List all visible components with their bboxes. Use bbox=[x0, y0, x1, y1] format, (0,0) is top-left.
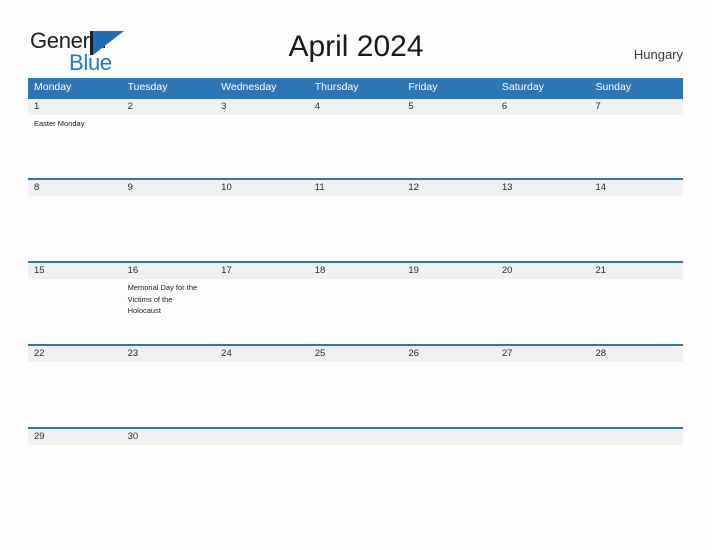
day-number[interactable]: 1 bbox=[28, 99, 122, 115]
day-cell[interactable]: Memorial Day for the Victims of the Holo… bbox=[122, 279, 216, 344]
week-event-band bbox=[28, 196, 683, 261]
week-date-band: 22 23 24 25 26 27 28 bbox=[28, 344, 684, 362]
day-cell[interactable] bbox=[496, 196, 590, 261]
day-cell[interactable] bbox=[496, 279, 590, 344]
calendar-table: Monday Tuesday Wednesday Thursday Friday… bbox=[28, 78, 684, 487]
weekday-header-friday: Friday bbox=[408, 81, 438, 93]
day-number[interactable]: 29 bbox=[28, 429, 122, 445]
week-date-band: 29 30 bbox=[28, 427, 684, 445]
day-cell[interactable] bbox=[122, 115, 216, 178]
day-cell[interactable] bbox=[28, 279, 122, 344]
weekday-header-sunday: Sunday bbox=[595, 81, 632, 93]
day-number[interactable]: 15 bbox=[28, 263, 122, 279]
day-number[interactable]: 13 bbox=[495, 180, 590, 196]
calendar-week-row: 1 2 3 4 5 6 7 Easter Monday bbox=[28, 97, 684, 178]
day-cell[interactable] bbox=[215, 362, 309, 427]
day-cell[interactable] bbox=[589, 362, 683, 427]
day-number[interactable]: 17 bbox=[215, 263, 309, 279]
day-number[interactable]: 16 bbox=[121, 263, 216, 279]
day-cell[interactable]: Easter Monday bbox=[28, 115, 122, 178]
day-number[interactable]: 28 bbox=[589, 346, 684, 362]
country-label: Hungary bbox=[633, 47, 683, 62]
day-cell[interactable] bbox=[402, 362, 496, 427]
day-number[interactable]: 12 bbox=[402, 180, 496, 196]
day-number[interactable]: 20 bbox=[495, 263, 590, 279]
day-cell[interactable] bbox=[122, 196, 216, 261]
day-number[interactable]: 10 bbox=[215, 180, 309, 196]
day-number[interactable]: 21 bbox=[589, 263, 684, 279]
day-number[interactable]: 8 bbox=[28, 180, 122, 196]
week-event-band: Easter Monday bbox=[28, 115, 683, 178]
day-cell[interactable] bbox=[309, 115, 403, 178]
day-cell[interactable] bbox=[589, 196, 683, 261]
day-cell bbox=[496, 445, 590, 487]
day-number[interactable]: 6 bbox=[495, 99, 590, 115]
day-number bbox=[215, 429, 309, 445]
day-cell[interactable] bbox=[122, 445, 216, 487]
day-cell[interactable] bbox=[309, 279, 403, 344]
day-number[interactable]: 5 bbox=[402, 99, 496, 115]
weekday-header-monday: Monday bbox=[34, 81, 72, 93]
day-number[interactable]: 25 bbox=[308, 346, 403, 362]
day-cell[interactable] bbox=[28, 196, 122, 261]
weekday-header-row: Monday Tuesday Wednesday Thursday Friday… bbox=[28, 78, 683, 97]
day-cell[interactable] bbox=[496, 115, 590, 178]
day-number[interactable]: 4 bbox=[308, 99, 403, 115]
day-cell[interactable] bbox=[309, 196, 403, 261]
weekday-header-thursday: Thursday bbox=[314, 81, 359, 93]
calendar-week-row: 22 23 24 25 26 27 28 bbox=[28, 344, 684, 427]
page-header: General Blue April 2024 Hungary bbox=[0, 0, 712, 78]
day-cell[interactable] bbox=[589, 279, 683, 344]
week-date-band: 15 16 17 18 19 20 21 bbox=[28, 261, 684, 279]
day-number[interactable]: 26 bbox=[402, 346, 496, 362]
day-number[interactable]: 9 bbox=[121, 180, 216, 196]
day-number bbox=[308, 429, 403, 445]
day-cell[interactable] bbox=[402, 279, 496, 344]
day-number[interactable]: 18 bbox=[308, 263, 403, 279]
day-number[interactable]: 2 bbox=[121, 99, 216, 115]
day-number[interactable]: 7 bbox=[589, 99, 684, 115]
day-cell[interactable] bbox=[215, 279, 309, 344]
day-number[interactable]: 11 bbox=[308, 180, 403, 196]
page-title: April 2024 bbox=[288, 30, 424, 63]
day-number[interactable]: 3 bbox=[215, 99, 309, 115]
day-cell[interactable] bbox=[215, 196, 309, 261]
day-number bbox=[495, 429, 590, 445]
week-event-band bbox=[28, 445, 683, 487]
weekday-header-saturday: Saturday bbox=[501, 81, 544, 93]
day-cell bbox=[309, 445, 403, 487]
week-date-band: 8 9 10 11 12 13 14 bbox=[28, 178, 684, 196]
day-cell[interactable] bbox=[402, 115, 496, 178]
day-number[interactable]: 30 bbox=[121, 429, 216, 445]
day-number[interactable]: 23 bbox=[121, 346, 216, 362]
day-cell[interactable] bbox=[309, 362, 403, 427]
day-cell[interactable] bbox=[496, 362, 590, 427]
week-date-band: 1 2 3 4 5 6 7 bbox=[28, 97, 684, 115]
day-cell[interactable] bbox=[589, 115, 683, 178]
day-number bbox=[589, 429, 684, 445]
day-cell[interactable] bbox=[28, 362, 122, 427]
day-number[interactable]: 27 bbox=[495, 346, 590, 362]
day-number[interactable]: 22 bbox=[28, 346, 122, 362]
day-cell bbox=[589, 445, 683, 487]
day-cell[interactable] bbox=[122, 362, 216, 427]
calendar-week-row: 15 16 17 18 19 20 21 Memorial Day for th… bbox=[28, 261, 684, 344]
day-event: Easter Monday bbox=[34, 119, 85, 128]
day-number[interactable]: 14 bbox=[589, 180, 684, 196]
day-cell[interactable] bbox=[402, 196, 496, 261]
weekday-header-tuesday: Tuesday bbox=[127, 81, 168, 93]
day-event: Memorial Day for the Victims of the Holo… bbox=[127, 283, 198, 315]
calendar-week-row: 29 30 bbox=[28, 427, 684, 487]
day-number[interactable]: 19 bbox=[402, 263, 496, 279]
day-cell[interactable] bbox=[215, 115, 309, 178]
day-cell[interactable] bbox=[28, 445, 122, 487]
week-event-band: Memorial Day for the Victims of the Holo… bbox=[28, 279, 683, 344]
day-number bbox=[402, 429, 496, 445]
day-cell bbox=[215, 445, 309, 487]
day-cell bbox=[402, 445, 496, 487]
weekday-header-wednesday: Wednesday bbox=[221, 81, 277, 93]
calendar-week-row: 8 9 10 11 12 13 14 bbox=[28, 178, 684, 261]
day-number[interactable]: 24 bbox=[215, 346, 309, 362]
week-event-band bbox=[28, 362, 683, 427]
